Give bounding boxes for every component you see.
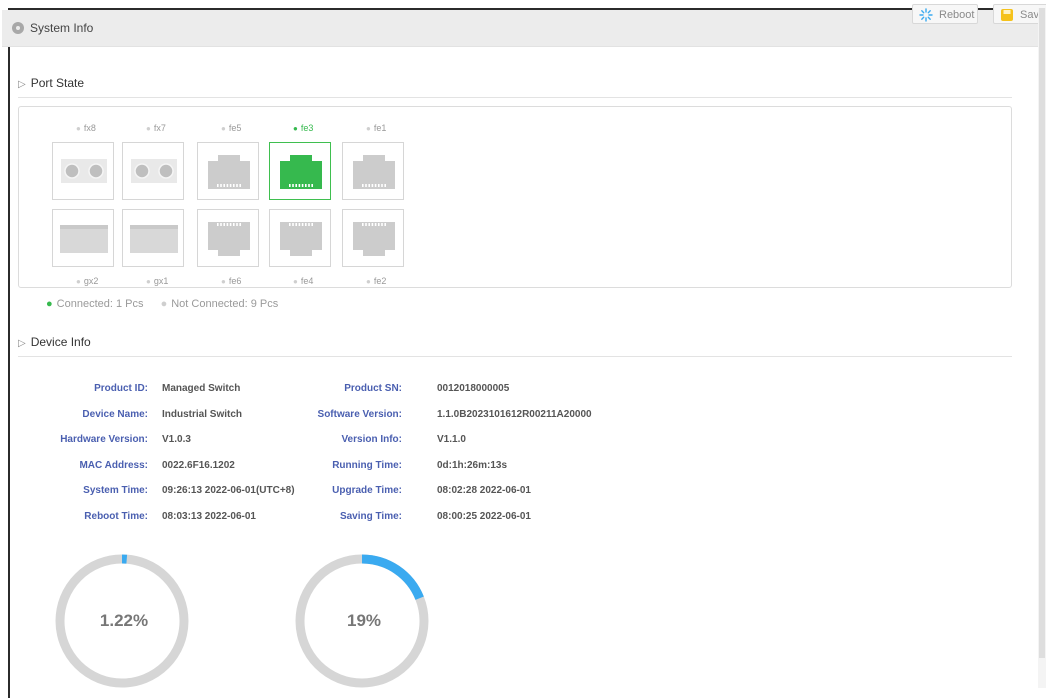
- save-icon: [1001, 9, 1013, 21]
- expand-arrow-icon: ▷: [18, 338, 26, 349]
- port-gx1[interactable]: [122, 209, 184, 267]
- port-status-dot-icon: ●: [366, 277, 371, 286]
- info-icon: [12, 22, 24, 34]
- port-gx2[interactable]: [52, 209, 114, 267]
- port-fe1[interactable]: [342, 142, 404, 200]
- sfp-port-icon: [130, 225, 178, 253]
- info-value: 0d:1h:26m:13s: [437, 460, 508, 471]
- fiber-port-icon: [131, 159, 177, 183]
- info-label: MAC Address:: [79, 460, 148, 471]
- info-value: 0022.6F16.1202: [162, 460, 235, 471]
- expand-arrow-icon: ▷: [18, 79, 26, 90]
- port-status-dot-icon: ●: [146, 277, 151, 286]
- title-bar: System Info: [2, 10, 1038, 47]
- port-status-dot-icon: ●: [366, 124, 371, 133]
- port-status-dot-icon: ●: [293, 124, 298, 133]
- port-status-dot-icon: ●: [76, 124, 81, 133]
- port-fx7[interactable]: [122, 142, 184, 200]
- port-label-gx1: ● gx1: [146, 276, 169, 286]
- port-status-dot-icon: ●: [293, 277, 298, 286]
- rj45-port-icon: [353, 222, 395, 256]
- port-label-fx7: ● fx7: [146, 123, 166, 133]
- sfp-port-icon: [60, 225, 108, 253]
- info-value: 08:03:13 2022-06-01: [162, 511, 256, 522]
- info-value: Industrial Switch: [162, 409, 243, 420]
- divider: [18, 97, 1012, 98]
- info-value: 0012018000005: [437, 383, 510, 394]
- port-label-fe1: ● fe1: [366, 123, 387, 133]
- info-value: V1.1.0: [437, 434, 466, 445]
- port-status-dot-icon: ●: [76, 277, 81, 286]
- scrollbar[interactable]: [1038, 8, 1046, 688]
- info-label: System Time:: [83, 485, 148, 496]
- port-fe2[interactable]: [342, 209, 404, 267]
- port-label-fx8: ● fx8: [76, 123, 96, 133]
- info-value: V1.0.3: [162, 434, 191, 445]
- reboot-label: Reboot: [939, 9, 975, 21]
- info-label: Product ID:: [94, 383, 148, 394]
- rj45-port-icon: [353, 155, 395, 189]
- reboot-icon: [919, 8, 933, 22]
- port-label-fe5: ● fe5: [221, 123, 242, 133]
- port-fe5[interactable]: [197, 142, 259, 200]
- cpu-usage-value: 1.22%: [99, 611, 149, 630]
- page-title: System Info: [30, 21, 94, 35]
- port-label-fe2: ● fe2: [366, 276, 387, 286]
- scrollbar-thumb[interactable]: [1039, 8, 1045, 658]
- port-fe3[interactable]: [269, 142, 331, 200]
- connected-dot-icon: ●: [46, 298, 53, 310]
- port-status-dot-icon: ●: [146, 124, 151, 133]
- info-value: 1.1.0B2023101612R00211A20000: [437, 409, 592, 420]
- legend-connected: Connected: 1 Pcs: [56, 298, 144, 310]
- port-state-heading[interactable]: ▷ Port State: [18, 76, 84, 90]
- reboot-button[interactable]: Reboot: [912, 4, 978, 24]
- info-label: Upgrade Time:: [332, 485, 402, 496]
- memory-usage-value: 19%: [346, 611, 382, 630]
- info-label: Software Version:: [317, 409, 402, 420]
- fiber-port-icon: [61, 159, 107, 183]
- port-status-dot-icon: ●: [221, 124, 226, 133]
- port-status-dot-icon: ●: [221, 277, 226, 286]
- rj45-port-icon: [280, 155, 322, 189]
- rj45-port-icon: [208, 155, 250, 189]
- port-label-gx2: ● gx2: [76, 276, 99, 286]
- port-label-fe6: ● fe6: [221, 276, 242, 286]
- port-fx8[interactable]: [52, 142, 114, 200]
- port-legend: ● Connected: 1 Pcs ● Not Connected: 9 Pcs: [46, 298, 278, 310]
- info-label: Running Time:: [332, 460, 402, 471]
- rj45-port-icon: [208, 222, 250, 256]
- info-label: Reboot Time:: [84, 511, 148, 522]
- info-label: Hardware Version:: [60, 434, 148, 445]
- port-fe6[interactable]: [197, 209, 259, 267]
- port-fe4[interactable]: [269, 209, 331, 267]
- info-value: 09:26:13 2022-06-01(UTC+8): [162, 485, 295, 496]
- port-label-fe4: ● fe4: [293, 276, 314, 286]
- rj45-port-icon: [280, 222, 322, 256]
- info-label: Saving Time:: [339, 511, 402, 522]
- info-value: 08:00:25 2022-06-01: [437, 511, 531, 522]
- info-value: Managed Switch: [162, 383, 241, 394]
- legend-not-connected: Not Connected: 9 Pcs: [171, 298, 279, 310]
- not-connected-dot-icon: ●: [160, 298, 168, 310]
- divider: [18, 356, 1012, 357]
- info-label: Product SN:: [344, 383, 402, 394]
- info-value: 08:02:28 2022-06-01: [437, 485, 531, 496]
- device-info-heading[interactable]: ▷ Device Info: [18, 335, 91, 349]
- info-label: Version Info:: [341, 434, 402, 445]
- port-label-fe3: ● fe3: [293, 123, 314, 133]
- info-label: Device Name:: [82, 409, 148, 420]
